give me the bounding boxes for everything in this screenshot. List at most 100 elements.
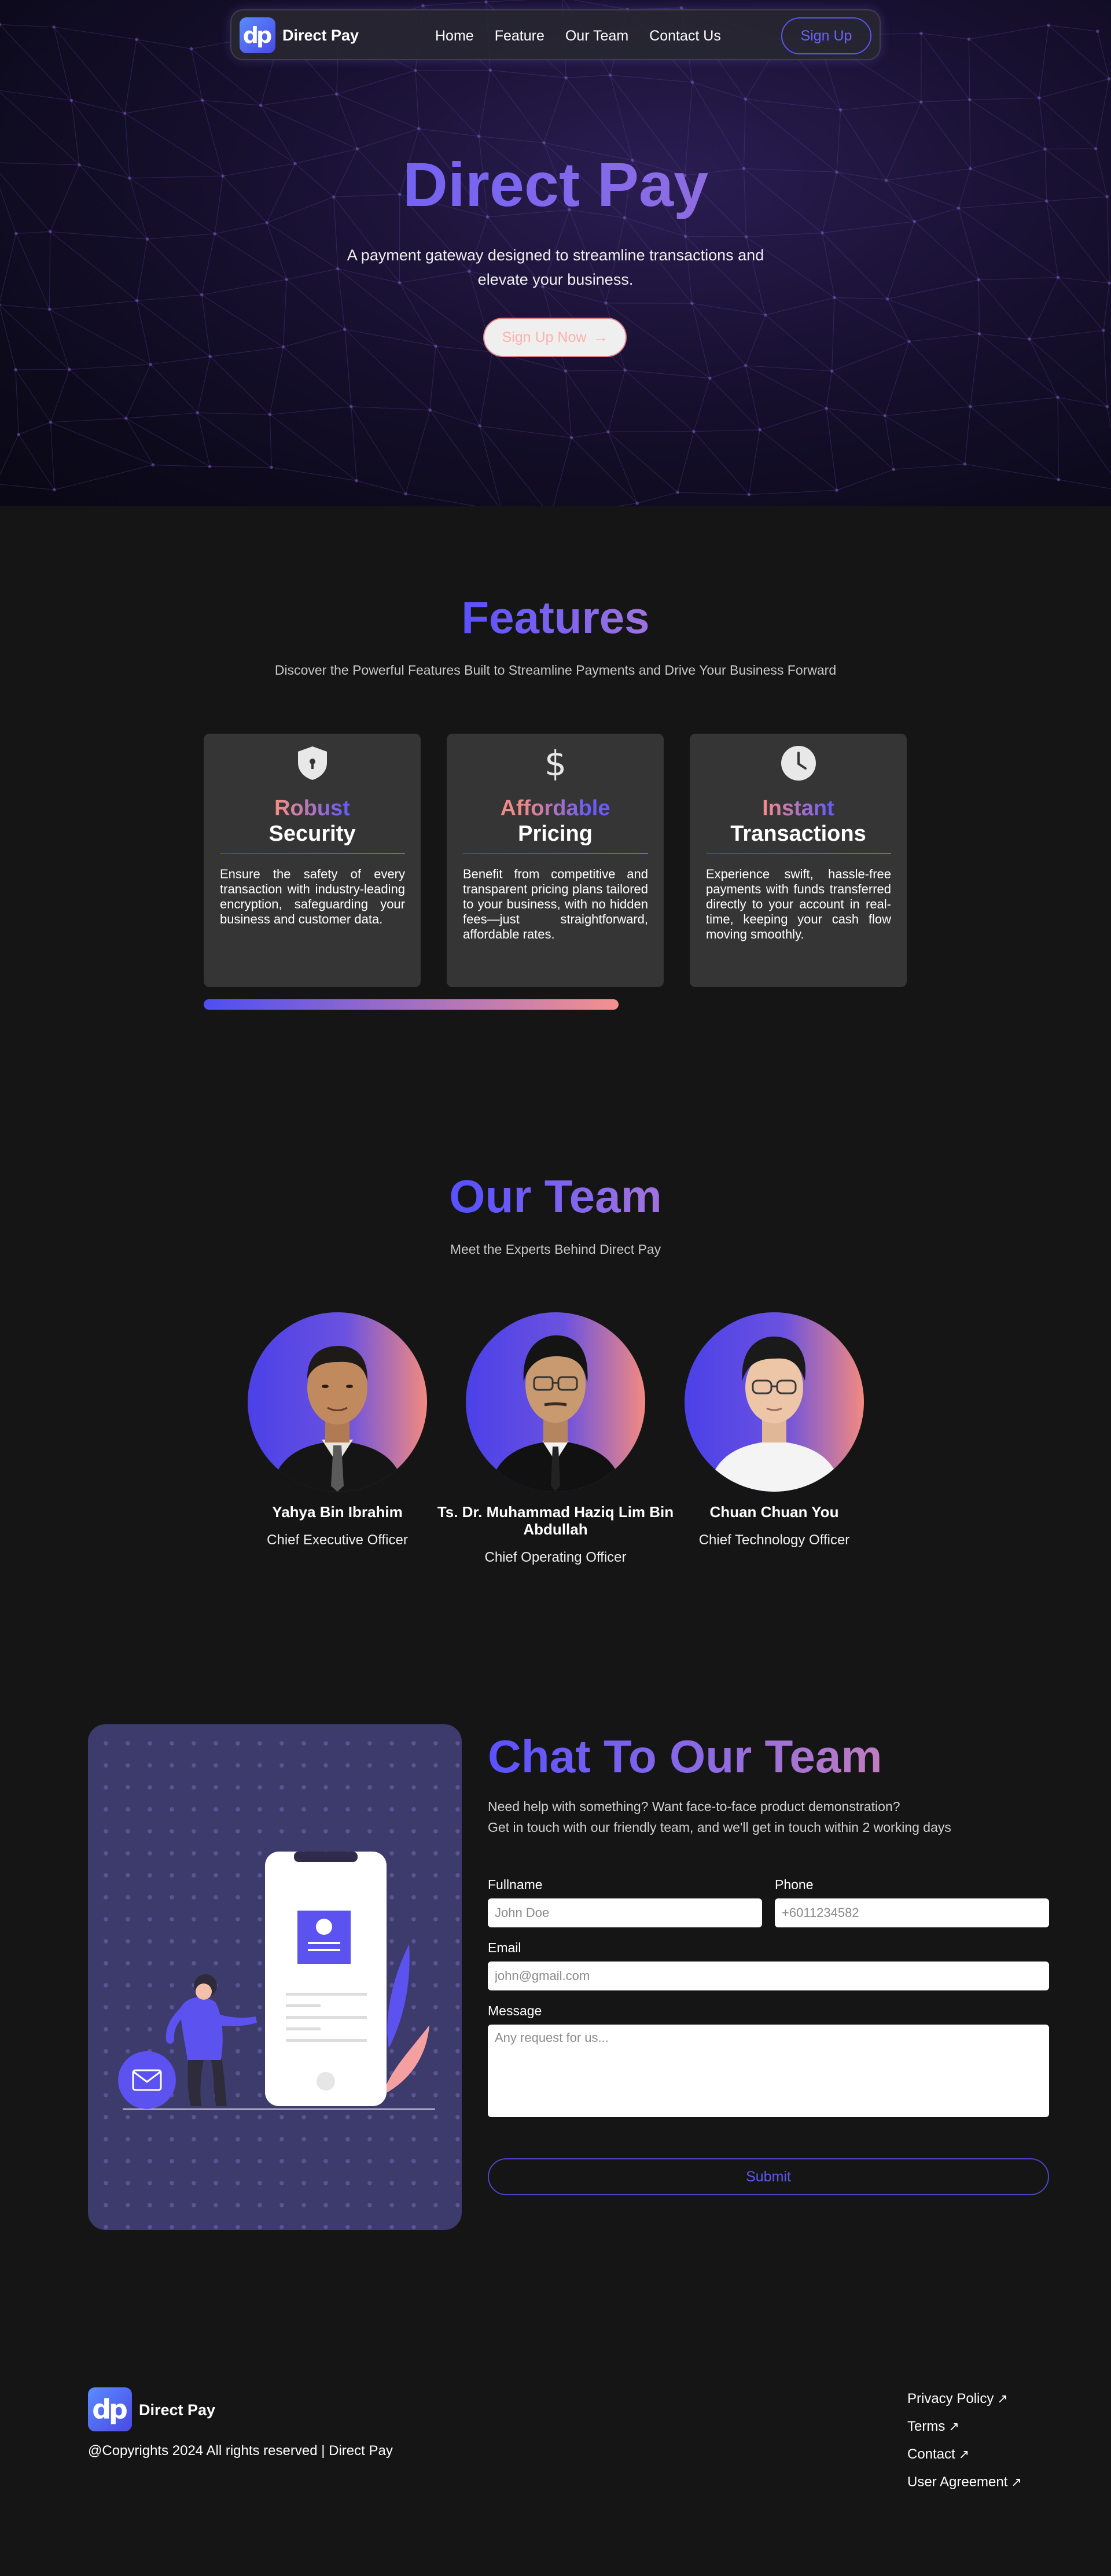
nav-link-our-team[interactable]: Our Team — [565, 28, 628, 45]
mesh-node — [963, 462, 967, 466]
mesh-line — [357, 128, 420, 149]
mesh-line — [840, 101, 921, 111]
mesh-line — [609, 75, 633, 161]
mesh-line — [137, 294, 202, 301]
mesh-line — [969, 97, 1039, 100]
carousel-progress-bar[interactable] — [204, 999, 619, 1010]
mesh-line — [1057, 397, 1111, 475]
mesh-node — [270, 465, 274, 469]
member-role: Chief Technology Officer — [698, 1532, 850, 1548]
feature-card-transactions: Instant Transactions Experience swift, h… — [690, 734, 907, 987]
hero-signup-now-button[interactable]: Sign Up Now → — [483, 318, 627, 357]
mesh-node — [885, 297, 889, 301]
mesh-line — [884, 415, 894, 470]
logo-icon[interactable]: dp — [240, 17, 275, 53]
mesh-node — [1107, 77, 1111, 81]
feature-keyword: Affordable — [447, 796, 664, 821]
contact-title: Chat To Our Team — [488, 1731, 882, 1782]
submit-button[interactable]: Submit — [488, 2158, 1049, 2195]
mesh-line — [822, 221, 915, 234]
mesh-line — [215, 222, 267, 234]
footer-brand[interactable]: Direct Pay — [139, 2401, 215, 2419]
mesh-node — [838, 108, 843, 112]
mesh-node — [17, 432, 21, 436]
mesh-line — [832, 297, 835, 371]
mesh-line — [968, 39, 1040, 98]
hero-section: dp Direct Pay Home Feature Our Team Cont… — [0, 0, 1111, 506]
mesh-line — [1048, 25, 1109, 79]
message-textarea[interactable] — [488, 2025, 1049, 2117]
mesh-line — [969, 99, 1046, 150]
mesh-line — [693, 378, 711, 432]
mesh-line — [0, 24, 72, 101]
mesh-node — [690, 301, 694, 306]
footer-link-terms[interactable]: Terms ↗ — [907, 2413, 1022, 2441]
mesh-node — [604, 301, 608, 305]
nav-link-feature[interactable]: Feature — [495, 28, 545, 45]
footer-link-user-agreement[interactable]: User Agreement ↗ — [907, 2468, 1022, 2496]
feature-description: Benefit from competitive and transparent… — [463, 867, 648, 941]
mesh-line — [1103, 283, 1110, 331]
feature-heading: Transactions — [730, 822, 866, 846]
mesh-line — [126, 418, 210, 467]
feature-card-pricing: $ Affordable Pricing Benefit from compet… — [447, 734, 664, 987]
mesh-line — [0, 24, 54, 28]
mesh-node — [13, 367, 18, 372]
mesh-line — [884, 341, 910, 416]
mesh-line — [677, 431, 694, 493]
nav-signup-button[interactable]: Sign Up — [781, 17, 871, 54]
mesh-node — [977, 278, 981, 282]
mesh-line — [565, 370, 609, 432]
mesh-node — [355, 479, 359, 483]
mesh-node — [830, 369, 834, 373]
mesh-line — [834, 297, 888, 300]
mesh-node — [1037, 96, 1041, 100]
nav-link-contact-us[interactable]: Contact Us — [649, 28, 721, 45]
mesh-line — [893, 463, 965, 470]
mesh-line — [260, 94, 337, 106]
mesh-line — [271, 467, 357, 481]
nav-brand[interactable]: Direct Pay — [282, 27, 359, 45]
mesh-line — [709, 378, 760, 430]
mesh-line — [344, 329, 431, 411]
mesh-line — [608, 432, 638, 503]
mesh-node — [967, 37, 971, 41]
mesh-node — [268, 413, 272, 417]
mesh-node — [281, 345, 285, 349]
mesh-line — [970, 333, 980, 407]
mesh-line — [1029, 277, 1058, 340]
mesh-node — [1105, 404, 1109, 409]
mesh-line — [692, 82, 746, 100]
footer-logo-icon[interactable]: dp — [88, 2387, 132, 2431]
mesh-line — [614, 503, 638, 506]
mesh-node — [264, 220, 269, 225]
mesh-line — [490, 69, 566, 79]
mesh-line — [429, 346, 436, 410]
nav-link-home[interactable]: Home — [435, 28, 474, 45]
fullname-input[interactable] — [488, 1898, 762, 1927]
mesh-line — [826, 408, 837, 491]
mesh-line — [209, 466, 272, 468]
mesh-line — [0, 484, 54, 491]
mesh-line — [485, 0, 529, 2]
mesh-line — [965, 463, 1059, 480]
mesh-node — [1056, 275, 1060, 279]
mesh-line — [1095, 79, 1110, 149]
mesh-node — [1095, 30, 1100, 34]
footer-link-privacy-policy[interactable]: Privacy Policy ↗ — [907, 2385, 1022, 2413]
message-label: Message — [488, 2003, 542, 2018]
email-label: Email — [488, 1940, 521, 1955]
mesh-line — [351, 406, 431, 411]
footer-link-contact[interactable]: Contact ↗ — [907, 2441, 1022, 2468]
mesh-node — [825, 406, 829, 410]
mesh-line — [260, 105, 358, 149]
mesh-line — [909, 333, 980, 342]
feature-card-security: Robust Security Ensure the safety of eve… — [204, 734, 421, 987]
mesh-node — [484, 0, 488, 4]
mesh-line — [490, 69, 545, 143]
phone-input[interactable] — [775, 1898, 1049, 1927]
feature-description: Ensure the safety of every transaction w… — [220, 867, 405, 926]
team-title: Our Team — [0, 1170, 1111, 1223]
email-input[interactable] — [488, 1962, 1049, 1990]
mesh-node — [259, 103, 263, 108]
